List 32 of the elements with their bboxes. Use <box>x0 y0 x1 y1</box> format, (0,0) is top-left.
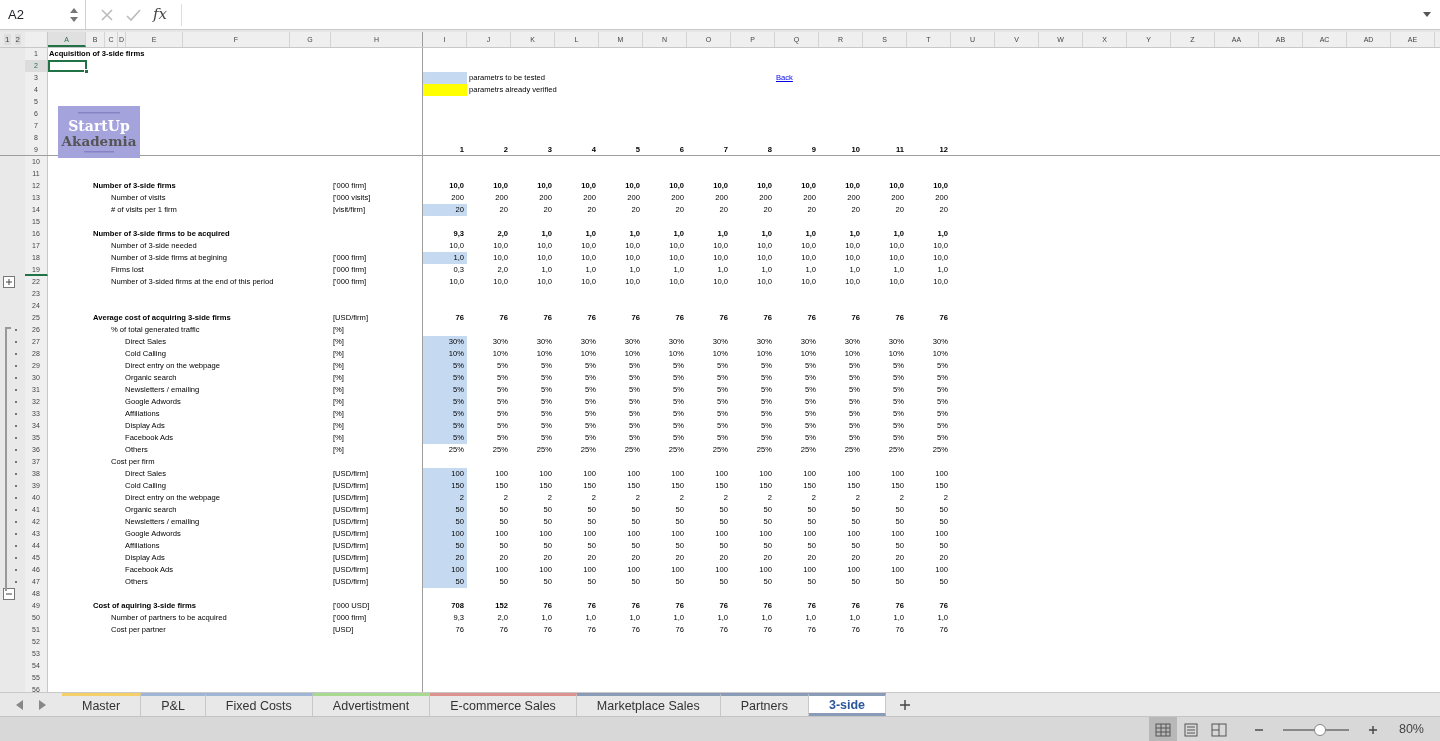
stepper-icon[interactable] <box>69 6 79 23</box>
plus-icon <box>900 699 911 710</box>
sheet-tab[interactable]: E-commerce Sales <box>430 693 577 716</box>
grid-icon <box>1154 722 1171 737</box>
page-break-icon <box>1210 722 1227 737</box>
check-icon <box>126 7 141 22</box>
function-button[interactable]: fx <box>147 3 173 26</box>
close-icon <box>100 7 114 22</box>
previous-sheet-icon[interactable] <box>16 699 23 710</box>
normal-view-button[interactable] <box>1148 717 1177 741</box>
outline-level-button[interactable]: 1 <box>4 34 11 45</box>
sheet-tab[interactable]: Master <box>62 693 142 716</box>
name-box[interactable]: A2 <box>0 0 86 29</box>
expand-button[interactable] <box>3 276 15 288</box>
outline-level-button[interactable]: 2 <box>14 34 21 45</box>
sheet-tab[interactable]: Marketplace Sales <box>576 693 721 716</box>
sheet-tab[interactable]: Fixed Costs <box>205 693 313 716</box>
selected-cell[interactable] <box>48 60 87 72</box>
sheet-tab[interactable]: P&L <box>141 693 206 716</box>
slider-thumb[interactable] <box>1313 723 1326 736</box>
minus-icon <box>5 590 13 598</box>
zoom-level: 80% <box>1398 721 1424 739</box>
plus-icon <box>5 278 13 286</box>
dropdown-icon[interactable] <box>1422 11 1432 18</box>
sheet-tab[interactable]: Advertistment <box>312 693 431 716</box>
page-icon <box>1182 722 1199 737</box>
collapse-button[interactable] <box>3 588 15 600</box>
logo: StartUp Akademia <box>58 106 140 158</box>
sheet-tab[interactable]: 3-side <box>808 693 887 716</box>
plus-icon <box>1368 725 1377 734</box>
next-sheet-icon[interactable] <box>39 699 46 710</box>
sheet-tab[interactable]: Partners <box>720 693 809 716</box>
